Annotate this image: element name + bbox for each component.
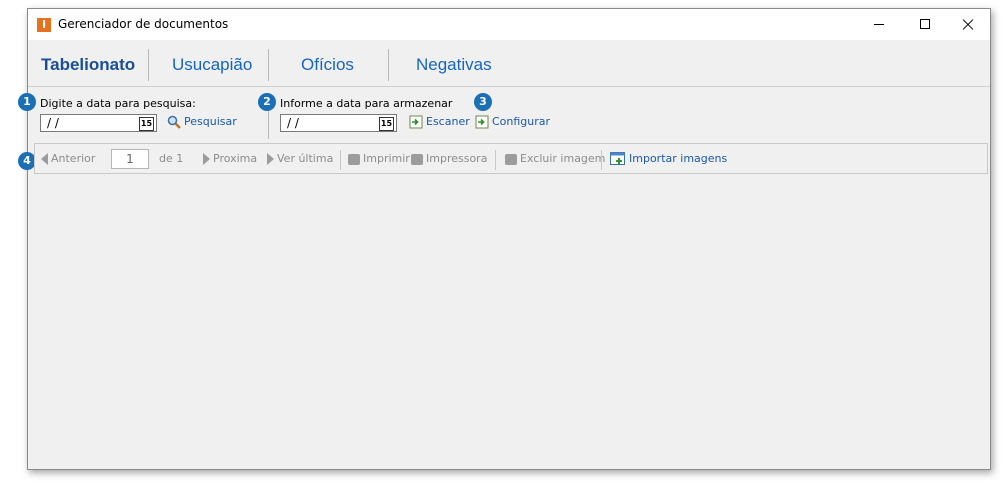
store-date-input[interactable]: / / 15: [280, 114, 397, 132]
callout-badge-1: 1: [18, 93, 36, 111]
scan-button[interactable]: Escaner: [409, 115, 470, 129]
close-button[interactable]: [944, 9, 990, 40]
tab-negativas[interactable]: Negativas: [416, 55, 492, 75]
import-images-button[interactable]: Importar imagens: [610, 152, 727, 166]
image-viewer-area[interactable]: [28, 177, 990, 469]
maximize-button[interactable]: [902, 9, 948, 40]
printer-label: Impressora: [426, 152, 488, 165]
printer-icon: [411, 153, 423, 165]
store-date-value: / /: [287, 116, 299, 130]
search-button[interactable]: Pesquisar: [167, 115, 237, 129]
document-manager-window: I Gerenciador de documentos Tabelionato …: [18, 8, 991, 470]
toolbar-divider: [495, 150, 496, 170]
previous-button[interactable]: Anterior: [41, 152, 95, 165]
window-title: Gerenciador de documentos: [58, 17, 229, 31]
minimize-button[interactable]: [856, 9, 902, 40]
title-bar[interactable]: I Gerenciador de documentos: [28, 9, 990, 40]
page-number-input[interactable]: 1: [111, 149, 149, 169]
configure-button-label: Configurar: [492, 115, 551, 128]
arrow-right-icon: [203, 153, 210, 165]
tab-divider: [268, 49, 269, 81]
magnifier-icon: [167, 115, 181, 129]
arrow-left-icon: [41, 153, 48, 165]
search-date-value: / /: [47, 116, 59, 130]
scanner-icon: [409, 115, 423, 129]
scan-button-label: Escaner: [426, 115, 470, 128]
tab-divider: [388, 49, 389, 81]
tab-bar: Tabelionato Usucapião Ofícios Negativas: [28, 41, 990, 87]
import-images-icon: [610, 152, 625, 165]
next-button[interactable]: Proxima: [203, 152, 257, 165]
last-label: Ver última: [277, 152, 334, 165]
last-button[interactable]: Ver última: [267, 152, 333, 165]
arrow-right-icon: [267, 153, 274, 165]
print-button[interactable]: Imprimir: [348, 152, 410, 165]
app-icon: I: [37, 18, 51, 32]
tab-tabelionato[interactable]: Tabelionato: [41, 55, 135, 75]
image-navigation-toolbar: Anterior 1 de 1 Proxima Ver última Impri…: [34, 143, 988, 174]
page-count-label: de 1: [159, 152, 184, 165]
tab-oficios[interactable]: Ofícios: [301, 55, 354, 75]
calendar-icon[interactable]: 15: [379, 117, 394, 131]
delete-image-button[interactable]: Excluir imagem: [505, 152, 605, 165]
tab-divider: [148, 49, 149, 81]
delete-image-label: Excluir imagem: [520, 152, 606, 165]
import-images-label: Importar imagens: [629, 152, 728, 165]
next-label: Proxima: [213, 152, 258, 165]
search-date-label: Digite a data para pesquisa:: [40, 97, 196, 110]
print-label: Imprimir: [363, 152, 410, 165]
callout-badge-2: 2: [258, 93, 276, 111]
configure-button[interactable]: Configurar: [475, 115, 550, 129]
printer-button[interactable]: Impressora: [411, 152, 487, 165]
previous-label: Anterior: [51, 152, 96, 165]
search-button-label: Pesquisar: [184, 115, 237, 128]
store-date-label: Informe a data para armazenar: [280, 97, 453, 110]
tab-usucapiao[interactable]: Usucapião: [172, 55, 252, 75]
configure-icon: [475, 115, 489, 129]
search-date-input[interactable]: / / 15: [40, 114, 157, 132]
calendar-icon[interactable]: 15: [139, 117, 154, 131]
print-icon: [348, 153, 360, 165]
toolbar-divider: [340, 150, 341, 170]
trash-icon: [505, 153, 517, 165]
callout-badge-3: 3: [474, 93, 492, 111]
toolbar-divider: [601, 150, 602, 170]
